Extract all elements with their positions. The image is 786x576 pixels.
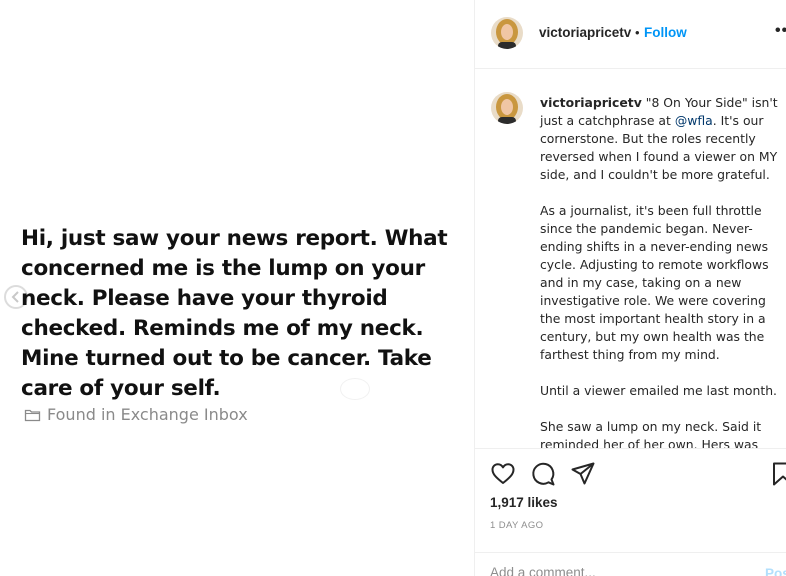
- avatar[interactable]: [491, 17, 523, 49]
- caption-area[interactable]: victoriapricetv "8 On Your Side" isn't j…: [475, 70, 786, 448]
- mention-link[interactable]: @wfla: [675, 113, 713, 128]
- more-options-icon[interactable]: ••: [775, 22, 786, 40]
- post-actions: 1,917 likes 1 DAY AGO Post: [475, 448, 786, 576]
- post-sidebar: victoriapricetv • Follow •• victoriapric…: [474, 0, 786, 576]
- separator-dot: •: [635, 25, 640, 40]
- post-header: victoriapricetv • Follow ••: [475, 0, 786, 69]
- comment-row: Post: [475, 552, 786, 576]
- likes-count[interactable]: 1,917 likes: [490, 495, 558, 510]
- caption-username[interactable]: victoriapricetv: [540, 95, 642, 110]
- caption-text: victoriapricetv "8 On Your Side" isn't j…: [540, 94, 780, 448]
- caption-paragraph: She saw a lump on my neck. Said it remin…: [540, 419, 762, 448]
- post-timestamp[interactable]: 1 DAY AGO: [490, 520, 543, 531]
- caption-paragraph: As a journalist, it's been full throttle…: [540, 203, 769, 362]
- share-icon[interactable]: [570, 461, 596, 487]
- caption-paragraph: Until a viewer emailed me last month.: [540, 383, 777, 398]
- folder-icon: [24, 408, 41, 422]
- bookmark-icon[interactable]: [771, 461, 786, 487]
- comment-input[interactable]: [490, 565, 730, 576]
- follow-button[interactable]: Follow: [644, 25, 687, 40]
- found-in-inbox-label: Found in Exchange Inbox: [47, 405, 248, 424]
- found-in-inbox-row: Found in Exchange Inbox: [24, 405, 248, 424]
- header-username[interactable]: victoriapricetv: [539, 25, 631, 40]
- message-text: Hi, just saw your news report. What conc…: [21, 226, 448, 401]
- post-comment-button[interactable]: Post: [765, 566, 786, 576]
- chevron-left-icon: [11, 291, 21, 303]
- heart-icon[interactable]: [490, 461, 516, 487]
- caption-paragraph: victoriapricetv "8 On Your Side" isn't j…: [540, 94, 780, 184]
- comment-icon[interactable]: [530, 461, 556, 487]
- post-media[interactable]: Hi, just saw your news report. What conc…: [0, 0, 474, 576]
- avatar[interactable]: [491, 92, 523, 124]
